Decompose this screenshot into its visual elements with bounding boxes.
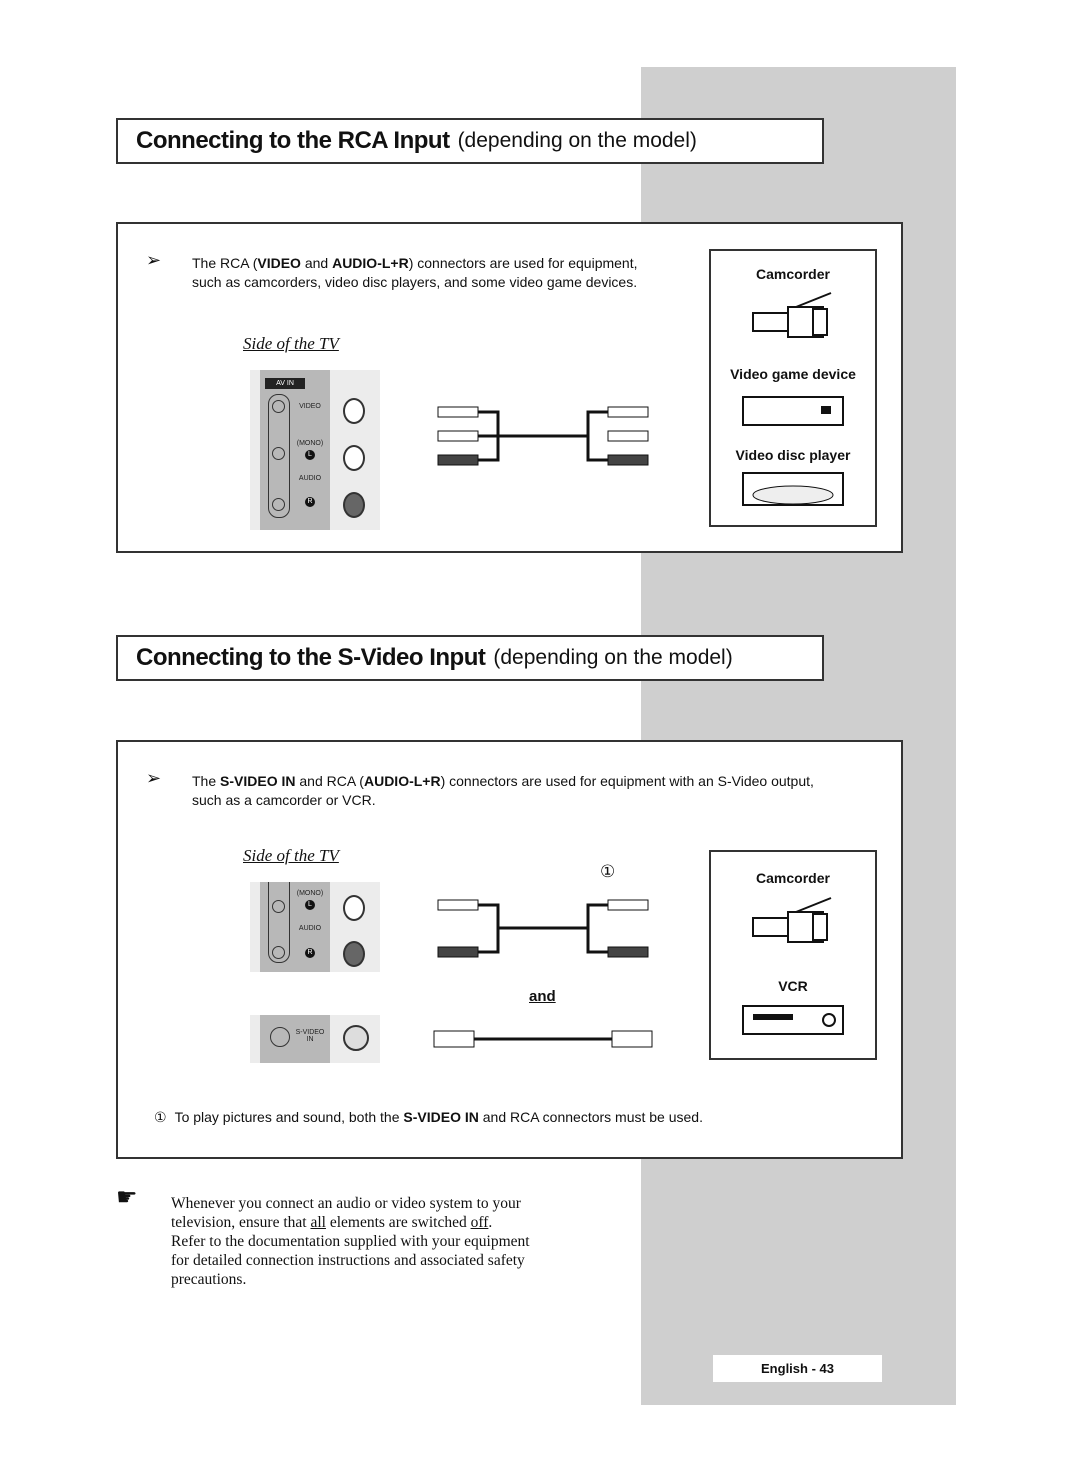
video-game-device-icon: [742, 396, 844, 426]
device-label-camcorder: Camcorder: [756, 870, 830, 886]
title-bold: Connecting to the RCA Input: [136, 127, 450, 154]
title-sub: (depending on the model): [457, 129, 697, 152]
and-label: and: [529, 988, 556, 1005]
audio-cable-icon: [437, 899, 649, 958]
rca-note: The RCA (VIDEO and AUDIO-L+R) connectors…: [192, 255, 638, 290]
title-sub: (depending on the model): [493, 646, 733, 669]
audio-label: AUDIO: [298, 475, 322, 482]
section-title-svideo: Connecting to the S-Video Input (dependin…: [116, 635, 824, 681]
camcorder-icon: [752, 897, 832, 943]
device-label-disc: Video disc player: [735, 447, 851, 463]
audio-label: AUDIO: [298, 925, 322, 932]
svideo-cable-icon: [433, 1030, 653, 1048]
rca-cable-icon: [437, 406, 649, 466]
section-title-rca: Connecting to the RCA Input (depending on…: [116, 118, 824, 164]
camcorder-icon: [752, 292, 832, 338]
side-of-tv-label: Side of the TV: [243, 334, 339, 353]
video-label: VIDEO: [299, 403, 321, 410]
side-of-tv-label: Side of the TV: [243, 846, 339, 865]
left-badge: L: [305, 900, 315, 910]
manual-page: Connecting to the RCA Input (depending on…: [0, 0, 1080, 1474]
svideo-footnote: ① To play pictures and sound, both the S-…: [154, 1109, 703, 1126]
svideo-note: The S-VIDEO IN and RCA (AUDIO-L+R) conne…: [192, 773, 814, 808]
svideo-panel: S-VIDEO IN: [250, 1015, 380, 1063]
arrow-bullet-icon: ➢: [146, 768, 162, 788]
device-label-vcr: VCR: [778, 978, 808, 994]
right-badge: R: [305, 497, 315, 507]
mono-label: (MONO): [296, 440, 324, 447]
device-label-game: Video game device: [730, 366, 856, 382]
right-badge: R: [305, 948, 315, 958]
arrow-bullet-icon: ➢: [146, 250, 162, 270]
device-box-svideo: Camcorder VCR: [709, 850, 877, 1060]
audio-panel: (MONO) L AUDIO R: [250, 882, 380, 972]
av-in-badge: AV IN: [265, 378, 305, 389]
left-badge: L: [305, 450, 315, 460]
device-label-camcorder: Camcorder: [756, 266, 830, 282]
pointing-hand-icon: ☛: [116, 1184, 138, 1211]
svideo-content-box: ➢ The S-VIDEO IN and RCA (AUDIO-L+R) con…: [116, 740, 903, 1159]
rca-content-box: ➢ The RCA (VIDEO and AUDIO-L+R) connecto…: [116, 222, 903, 553]
note-marker: ①: [600, 862, 616, 882]
tip-text: Whenever you connect an audio or video s…: [171, 1195, 530, 1288]
device-box-rca: Camcorder Video game device Video disc p…: [709, 249, 877, 527]
svideo-label: S-VIDEO IN: [295, 1029, 325, 1043]
av-in-panel: AV IN VIDEO (MONO) L AUDIO R: [250, 370, 380, 530]
video-disc-player-icon: [742, 472, 844, 506]
mono-label: (MONO): [296, 890, 324, 897]
page-number: English - 43: [713, 1355, 882, 1382]
title-bold: Connecting to the S-Video Input: [136, 644, 486, 671]
vcr-icon: [742, 1005, 844, 1035]
